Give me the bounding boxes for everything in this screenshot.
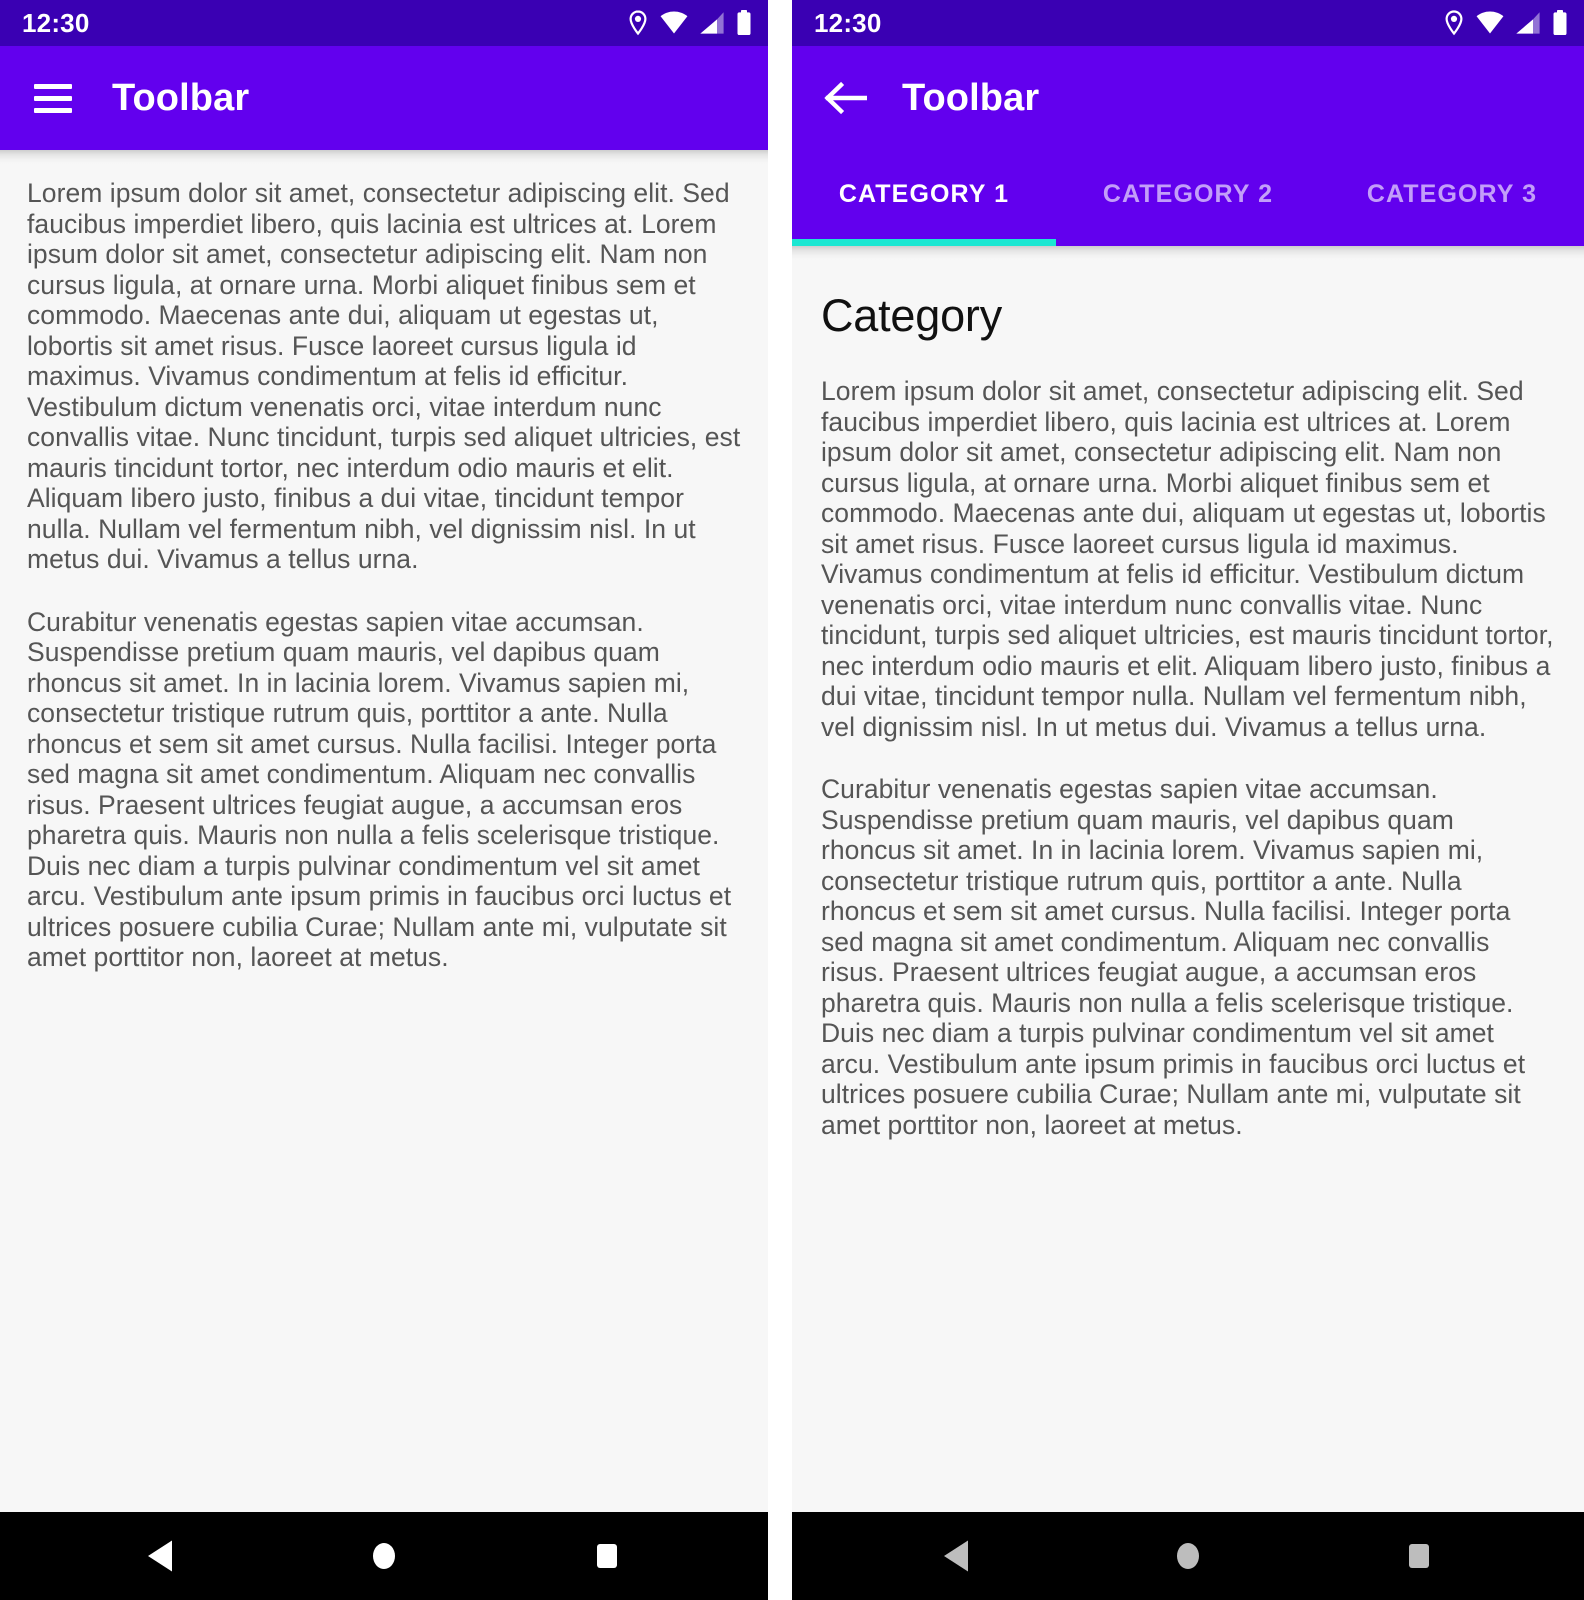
- tab-bar: CATEGORY 1 CATEGORY 2 CATEGORY 3: [792, 150, 1584, 246]
- system-nav-bar-left: [0, 1512, 768, 1600]
- body-paragraph-1-left: Lorem ipsum dolor sit amet, consectetur …: [27, 178, 741, 574]
- status-icon-group: [627, 10, 752, 36]
- toolbar-title-left: Toolbar: [112, 77, 250, 119]
- hamburger-menu-icon[interactable]: [25, 70, 81, 126]
- page-title: Category: [821, 290, 1002, 341]
- signal-icon: [699, 11, 725, 35]
- wifi-icon: [660, 11, 688, 35]
- tab-category-2[interactable]: CATEGORY 2: [1056, 150, 1320, 246]
- toolbar-right: Toolbar CATEGORY 1 CATEGORY 2 CATEGORY 3: [792, 46, 1584, 246]
- battery-icon: [736, 10, 752, 36]
- signal-icon: [1515, 11, 1541, 35]
- location-icon: [627, 10, 649, 36]
- system-nav-bar-right: [792, 1512, 1584, 1600]
- tab-category-3[interactable]: CATEGORY 3: [1320, 150, 1584, 246]
- toolbar-row-left: Toolbar: [0, 46, 768, 150]
- back-triangle-icon[interactable]: [912, 1512, 1002, 1600]
- body-paragraph-2-right: Curabitur venenatis egestas sapien vitae…: [821, 774, 1526, 1140]
- status-icon-group: [1443, 10, 1568, 36]
- toolbar-left: Toolbar: [0, 46, 768, 150]
- tab-category-1[interactable]: CATEGORY 1: [792, 150, 1056, 246]
- hamburger-bars: [34, 77, 72, 120]
- content-area-left: Lorem ipsum dolor sit amet, consectetur …: [0, 150, 768, 1512]
- status-bar-right: 12:30: [792, 0, 1584, 46]
- recents-square-icon[interactable]: [562, 1512, 652, 1600]
- status-time: 12:30: [814, 8, 882, 38]
- body-paragraph-1-right: Lorem ipsum dolor sit amet, consectetur …: [821, 376, 1554, 742]
- toolbar-row-right: Toolbar: [792, 46, 1584, 150]
- home-circle-icon[interactable]: [1143, 1512, 1233, 1600]
- home-circle-icon[interactable]: [339, 1512, 429, 1600]
- appbar-shadow-left: [0, 150, 768, 164]
- right-phone-screen: 12:30 Toolbar CATEGORY 1 CATEGORY 2 CATE…: [792, 0, 1584, 1600]
- battery-icon: [1552, 10, 1568, 36]
- back-triangle-icon[interactable]: [116, 1512, 206, 1600]
- location-icon: [1443, 10, 1465, 36]
- wifi-icon: [1476, 11, 1504, 35]
- content-area-right: Category Lorem ipsum dolor sit amet, con…: [792, 246, 1584, 1512]
- recents-square-icon[interactable]: [1374, 1512, 1464, 1600]
- toolbar-title-right: Toolbar: [902, 77, 1040, 119]
- screenshot-root: 12:30 Toolbar Lorem ipsum dolor sit amet…: [0, 0, 1584, 1600]
- screen-gap: [768, 0, 792, 1600]
- left-phone-screen: 12:30 Toolbar Lorem ipsum dolor sit amet…: [0, 0, 768, 1600]
- appbar-shadow-right: [792, 246, 1584, 260]
- body-paragraph-2-left: Curabitur venenatis egestas sapien vitae…: [27, 606, 732, 973]
- status-time: 12:30: [22, 8, 90, 38]
- tab-active-indicator: [792, 239, 1056, 246]
- back-arrow-icon[interactable]: [817, 70, 873, 126]
- status-bar-left: 12:30: [0, 0, 768, 46]
